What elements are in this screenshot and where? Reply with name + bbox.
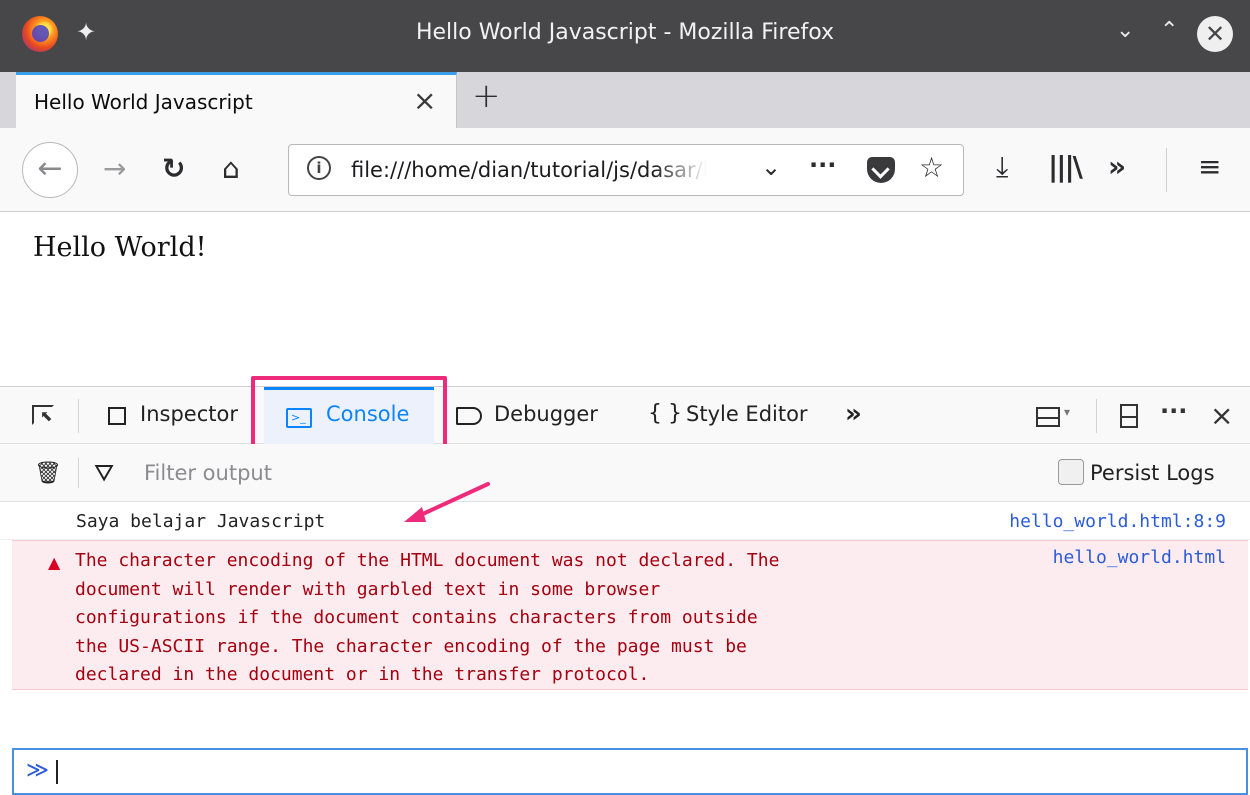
trash-icon[interactable]: 🗑: [34, 461, 62, 486]
overflow-icon[interactable]: »: [1108, 150, 1126, 183]
tab-style-editor-label: Style Editor: [686, 402, 808, 426]
page-content: Hello World!: [0, 212, 1250, 386]
minimize-icon[interactable]: ⌄: [1116, 18, 1134, 43]
input-caret: [56, 760, 58, 784]
browser-tab[interactable]: Hello World Javascript ×: [16, 72, 457, 128]
dock-icon[interactable]: [1036, 407, 1060, 427]
log-message-text: Saya belajar Javascript: [76, 511, 326, 532]
url-input[interactable]: file:///home/dian/tutorial/js/dasar/hell…: [351, 158, 707, 182]
debugger-icon: [456, 407, 482, 425]
toolbar-divider: [1166, 148, 1167, 192]
log-source-link[interactable]: hello_world.html:8:9: [1009, 511, 1226, 532]
maximize-icon[interactable]: ⌃: [1160, 18, 1178, 43]
tab-console-label: Console: [326, 402, 410, 426]
tab-console[interactable]: >_ Console: [264, 387, 434, 445]
devtools-tabs-overflow-icon[interactable]: »: [845, 399, 862, 429]
tab-style-editor[interactable]: {} Style Editor: [646, 387, 836, 445]
prompt-icon: ≫: [26, 758, 50, 783]
hamburger-menu-icon[interactable]: ≡: [1198, 150, 1221, 183]
console-log-message: Saya belajar Javascript hello_world.html…: [0, 502, 1250, 540]
style-editor-icon: {}: [648, 401, 688, 426]
home-icon[interactable]: ⌂: [222, 152, 240, 185]
new-tab-icon[interactable]: +: [472, 76, 501, 116]
devtools-close-icon[interactable]: ×: [1210, 399, 1233, 432]
tab-strip: Hello World Javascript × +: [0, 72, 1250, 128]
warning-icon: ▲: [48, 553, 61, 572]
download-icon[interactable]: ⤓: [996, 150, 1008, 184]
console-icon: >_: [286, 408, 312, 428]
url-bar[interactable]: i file:///home/dian/tutorial/js/dasar/he…: [288, 144, 964, 196]
console-error-message: ▲ The character encoding of the HTML doc…: [12, 540, 1248, 690]
tab-debugger[interactable]: Debugger: [454, 387, 624, 445]
filter-output-input[interactable]: [132, 454, 732, 492]
tab-close-icon[interactable]: ×: [413, 84, 436, 117]
navigation-toolbar: ← → ↻ ⌂ i file:///home/dian/tutorial/js/…: [0, 128, 1250, 212]
filter-icon: ⛛: [94, 459, 115, 487]
page-actions-more-icon[interactable]: ···: [809, 151, 836, 179]
filter-divider: [78, 458, 79, 488]
star-icon[interactable]: ☆: [919, 151, 944, 184]
inspector-icon: [108, 407, 126, 425]
console-input[interactable]: ≫: [12, 748, 1248, 795]
devtools-divider: [1096, 399, 1097, 433]
window-title: Hello World Javascript - Mozilla Firefox: [415, 20, 835, 45]
tab-inspector[interactable]: Inspector: [104, 387, 254, 445]
library-icon[interactable]: |||\: [1048, 150, 1083, 183]
devtools-more-icon[interactable]: ···: [1160, 397, 1187, 425]
error-message-text: The character encoding of the HTML docum…: [75, 550, 780, 685]
tab-debugger-label: Debugger: [494, 402, 598, 426]
devtools-divider: [78, 399, 79, 433]
dock-caret-icon[interactable]: ▾: [1064, 405, 1070, 419]
page-heading-text: Hello World!: [33, 232, 207, 263]
info-icon[interactable]: i: [307, 156, 331, 180]
back-icon[interactable]: ←: [22, 142, 78, 198]
split-console-icon[interactable]: [1120, 404, 1138, 428]
chevron-down-icon[interactable]: ⌄: [761, 153, 781, 181]
tab-inspector-label: Inspector: [140, 402, 238, 426]
forward-icon[interactable]: →: [103, 152, 126, 185]
reload-icon[interactable]: ↻: [162, 152, 185, 185]
window-close-icon[interactable]: ✕: [1197, 16, 1233, 52]
persist-logs-checkbox[interactable]: [1058, 459, 1084, 485]
element-picker-icon[interactable]: [32, 405, 54, 425]
console-output: Saya belajar Javascript hello_world.html…: [0, 502, 1250, 748]
persist-logs-label[interactable]: Persist Logs: [1090, 461, 1215, 485]
error-source-link[interactable]: hello_world.html: [1053, 547, 1226, 568]
devtools-toolbar: Inspector >_ Console Debugger {} Style E…: [0, 386, 1250, 445]
window-titlebar: ✦ Hello World Javascript - Mozilla Firef…: [0, 0, 1250, 72]
tab-title: Hello World Javascript: [34, 90, 253, 114]
pocket-icon[interactable]: [867, 157, 895, 183]
console-filter-bar: 🗑 ⛛ Persist Logs: [0, 444, 1250, 502]
